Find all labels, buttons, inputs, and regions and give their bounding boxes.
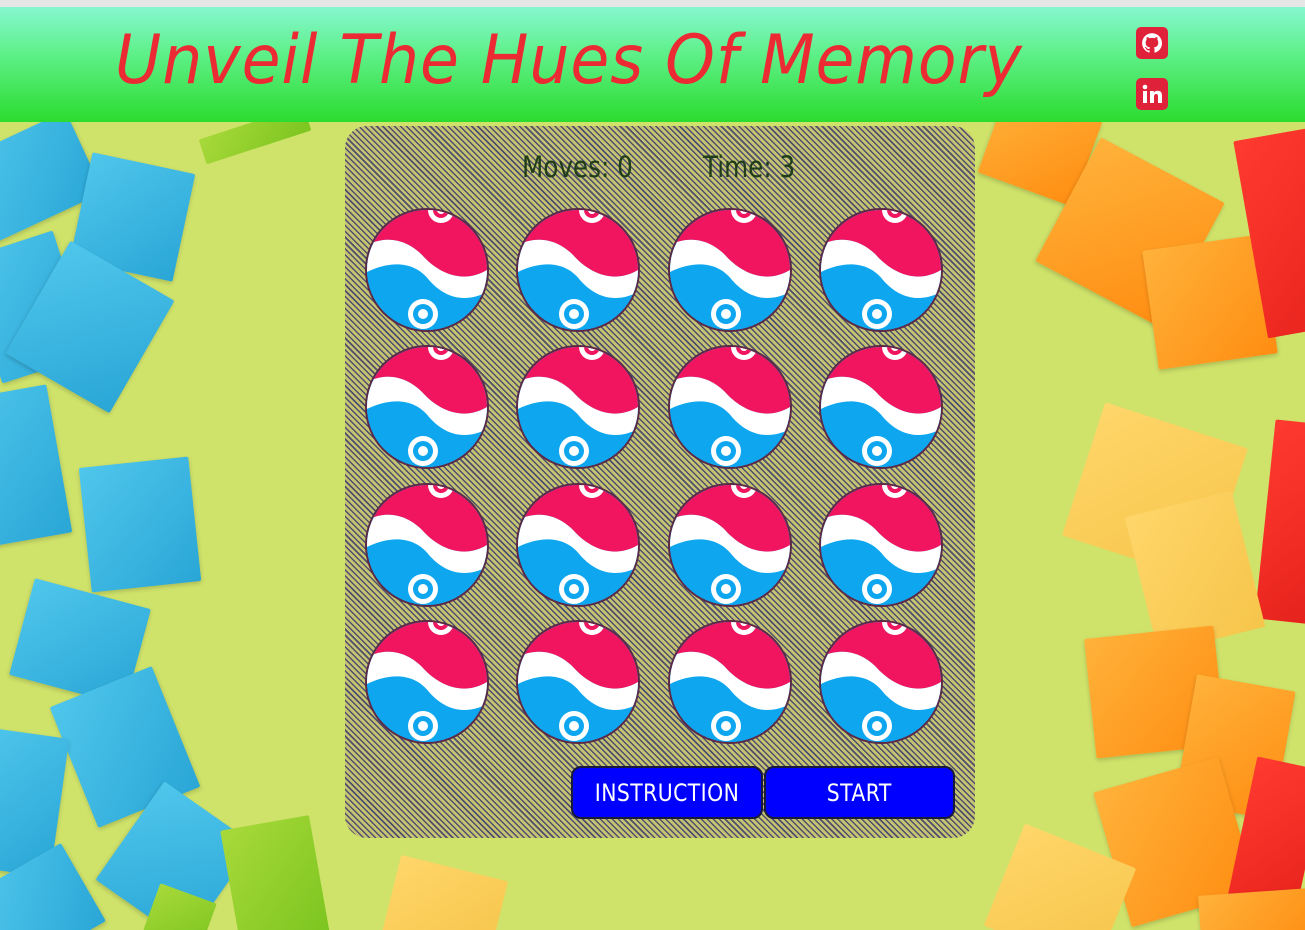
card-back-icon [518,485,638,605]
card-back-icon [518,347,638,467]
memory-card[interactable] [516,620,640,744]
card-back-icon [670,622,790,742]
memory-card[interactable] [365,345,489,469]
card-back-icon [518,622,638,742]
page-title: Unveil The Hues Of Memory [115,21,1023,100]
start-button-label: START [826,778,893,807]
card-back-icon [518,210,638,330]
card-back-icon [670,485,790,605]
memory-card[interactable] [668,208,792,332]
card-back-icon [670,210,790,330]
window-top-border [0,0,1305,7]
card-back-icon [821,622,941,742]
time-counter: Time: 3 [703,150,796,184]
start-button[interactable]: START [764,766,955,819]
memory-card[interactable] [819,345,943,469]
memory-card[interactable] [819,483,943,607]
linkedin-link[interactable] [1136,78,1168,110]
memory-card[interactable] [819,208,943,332]
memory-card[interactable] [365,483,489,607]
card-back-icon [367,485,487,605]
memory-card[interactable] [668,345,792,469]
card-back-icon [367,347,487,467]
github-link[interactable] [1136,27,1168,59]
memory-card[interactable] [668,483,792,607]
memory-card[interactable] [668,620,792,744]
card-back-icon [821,347,941,467]
memory-card[interactable] [516,483,640,607]
card-back-icon [821,210,941,330]
header-bar: Unveil The Hues Of Memory [0,7,1305,122]
instruction-button-label: INSTRUCTION [594,778,740,807]
memory-card[interactable] [365,208,489,332]
memory-card[interactable] [819,620,943,744]
instruction-button[interactable]: INSTRUCTION [571,766,763,819]
card-back-icon [367,210,487,330]
memory-card[interactable] [516,208,640,332]
memory-card[interactable] [365,620,489,744]
memory-card[interactable] [516,345,640,469]
linkedin-icon [1142,84,1162,103]
github-icon [1142,33,1162,53]
card-back-icon [670,347,790,467]
card-back-icon [367,622,487,742]
card-back-icon [821,485,941,605]
moves-counter: Moves: 0 [522,150,633,184]
